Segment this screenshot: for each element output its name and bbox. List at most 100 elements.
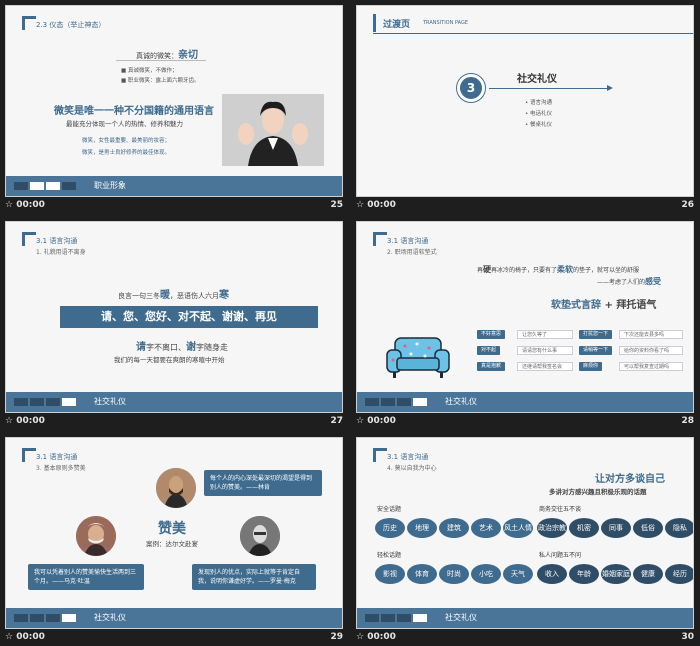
section-label: 3.1 语言沟通 — [36, 453, 78, 461]
bullet-2: ■ 职业微笑：露上面六颗牙齿。 — [121, 78, 200, 84]
topic-bubble: 影视 — [375, 564, 405, 584]
section-number-circle: 3 — [457, 74, 485, 102]
phrase-value: 可以帮我复查过期吗 — [619, 362, 683, 371]
topic-item-text: 电话礼仪 — [530, 111, 553, 117]
slide-thumb-30[interactable]: 3.1 语言沟通 4. 莫以自我为中心 让对方多谈自己 多讲对方感兴趣且积极乐观… — [351, 432, 699, 646]
section-label: 3.1 语言沟通 — [387, 453, 429, 461]
footer-label: 社交礼仪 — [94, 613, 126, 622]
taboo-topics-label: 商务交往五不谈 — [539, 506, 582, 513]
topic-item: • 语言沟通 — [525, 100, 553, 106]
timing: ☆ 00:00 — [5, 416, 45, 426]
private-bubble: 健康 — [633, 564, 663, 584]
proverb-d: 寒 — [219, 290, 229, 301]
topic-item: • 餐桌礼仪 — [525, 122, 553, 128]
main-sub: 最能充分体现一个人的热情、修养和魅力 — [66, 120, 183, 128]
divider — [116, 60, 206, 61]
slide-thumb-28[interactable]: 3.1 语言沟通 2. 职场用语软垫式 再硬再冰冷的椅子，只要有了柔软的垫子，就… — [351, 216, 699, 430]
proverb-line: 良言一句三冬暖，恶语伤人六月寒 — [118, 286, 229, 301]
footer-label: 社交礼仪 — [94, 397, 126, 406]
thanks-char: 谢 — [186, 342, 196, 353]
topic-bubble: 时尚 — [439, 564, 469, 584]
slide-27: 3.1 语言沟通 1. 礼貌用语不离身 良言一句三冬暖，恶语伤人六月寒 请、您、… — [5, 221, 343, 413]
private-bubble: 经历 — [665, 564, 693, 584]
topic-item-text: 语言沟通 — [530, 100, 553, 106]
title-bar: 过渡页 TRANSITION PAGE — [357, 14, 693, 34]
topic-bubble: 天气 — [503, 564, 533, 584]
twain-portrait — [76, 516, 116, 556]
slide-meta: ☆ 00:00 27 — [5, 415, 343, 429]
proverb-b: 暖 — [160, 290, 170, 301]
talk-heading: 让对方多谈自己 — [595, 474, 665, 485]
q2a: ——考虑了人们的 — [597, 279, 646, 286]
timing: ☆ 00:00 — [356, 416, 396, 426]
phrase-value: 还继请帮我签名会 — [517, 362, 573, 371]
slide-30: 3.1 语言沟通 4. 莫以自我为中心 让对方多谈自己 多讲对方感兴趣且积极乐观… — [356, 437, 694, 629]
slide-meta: ☆ 00:00 30 — [356, 631, 694, 645]
slide-number: 28 — [681, 416, 694, 426]
timing: ☆ 00:00 — [5, 632, 45, 642]
arrow-line — [489, 88, 609, 89]
heading-prefix: 真诚的微笑： — [136, 52, 178, 60]
slide-number: 30 — [681, 632, 694, 642]
quote-lincoln: 每个人的内心深处最深切的渴望是得到别人的赞美。——林肯 — [204, 470, 322, 496]
thanks-rest: 字随身走 — [196, 343, 228, 352]
talk-subheading: 多讲对方感兴趣且积极乐观的话题 — [549, 488, 647, 496]
private-topics-label: 私人问题五不问 — [539, 552, 582, 559]
main-statement: 微笑是唯一一种不分国籍的通用语言 — [54, 106, 214, 117]
slide-26: 过渡页 TRANSITION PAGE 3 社交礼仪 • 语言沟通 • 电话礼仪… — [356, 5, 694, 197]
topic-item: • 电话礼仪 — [525, 111, 553, 117]
timing-value: 00:00 — [367, 416, 396, 426]
corner-mark — [22, 448, 36, 462]
greeting-line: 我们的每一天都要在爽朗的寒暄中开始 — [114, 356, 225, 364]
q1b: 硬 — [483, 265, 492, 274]
topic-bubble: 地理 — [407, 518, 437, 538]
slide-thumb-25[interactable]: 2.3 仪态（举止神态） 真诚的微笑：亲切 ■ 真诚微笑，不做作； ■ 职业微笑… — [0, 0, 348, 214]
section-label: 3.1 语言沟通 — [36, 237, 78, 245]
smiling-woman-photo — [222, 94, 324, 166]
phrase-key: 麻烦你 — [579, 362, 603, 371]
topic-bubble: 风土人情 — [503, 518, 533, 538]
taboo-bubble: 隐私 — [665, 518, 693, 538]
phrase-key: 打扰您一下 — [579, 330, 613, 339]
light-topics-label: 轻松话题 — [377, 552, 402, 559]
title-rule — [373, 33, 693, 34]
footer-label: 职业形象 — [94, 181, 126, 190]
slide-footer: 社交礼仪 — [357, 608, 693, 628]
slide-thumb-26[interactable]: 过渡页 TRANSITION PAGE 3 社交礼仪 • 语言沟通 • 电话礼仪… — [351, 0, 699, 214]
case-label: 案例：达尔文赴宴 — [146, 540, 198, 548]
slide-25: 2.3 仪态（举止神态） 真诚的微笑：亲切 ■ 真诚微笑，不做作； ■ 职业微笑… — [5, 5, 343, 197]
slide-thumb-27[interactable]: 3.1 语言沟通 1. 礼貌用语不离身 良言一句三冬暖，恶语伤人六月寒 请、您、… — [0, 216, 348, 430]
cushion-quote-1: 再硬再冰冷的椅子，只要有了柔软的垫子，就可以坐的舒服 — [477, 264, 639, 275]
corner-mark — [373, 448, 387, 462]
slide-meta: ☆ 00:00 28 — [356, 415, 694, 429]
phrase-key: 不好意思 — [477, 330, 506, 339]
section-label: 2.3 仪态（举止神态） — [36, 21, 106, 29]
phrase-value: 下次还能去县多吗 — [619, 330, 683, 339]
taboo-bubble: 机密 — [569, 518, 599, 538]
slide-grid: 2.3 仪态（举止神态） 真诚的微笑：亲切 ■ 真诚微笑，不做作； ■ 职业微笑… — [0, 0, 700, 646]
bullet-text: 职业微笑：露上面六颗牙齿。 — [127, 78, 200, 84]
lincoln-portrait — [156, 468, 196, 508]
slide-thumb-29[interactable]: 3.1 语言沟通 3. 基本原则多赞美 每个人的内心深处最深切的渴望是得到别人的… — [0, 432, 348, 646]
rolland-portrait — [240, 516, 280, 556]
phrase-value: 让您久等了 — [517, 330, 573, 339]
bullet-list: ■ 真诚微笑，不做作； ■ 职业微笑：露上面六颗牙齿。 — [121, 66, 199, 86]
cushion-heading-rest: + 拜托语气 — [601, 300, 657, 311]
smile-heading: 真诚的微笑：亲切 — [136, 46, 198, 61]
timing: ☆ 00:00 — [356, 200, 396, 210]
subsection-label: 2. 职场用语软垫式 — [387, 249, 437, 256]
cushion-heading: 软垫式言辞 + 拜托语气 — [551, 296, 656, 311]
bullet-1: ■ 真诚微笑，不做作； — [121, 68, 178, 74]
timing: ☆ 00:00 — [356, 632, 396, 642]
slide-footer: 社交礼仪 — [6, 392, 342, 412]
topic-bubble: 艺术 — [471, 518, 501, 538]
private-bubble: 婚姻家庭 — [601, 564, 631, 584]
footer-label: 社交礼仪 — [445, 397, 477, 406]
page-title: 过渡页 — [383, 20, 411, 30]
timing-value: 00:00 — [367, 200, 396, 210]
slide-meta: ☆ 00:00 29 — [5, 631, 343, 645]
please-rest: 字不离口、 — [146, 343, 186, 352]
timing-value: 00:00 — [16, 632, 45, 642]
slide-29: 3.1 语言沟通 3. 基本原则多赞美 每个人的内心深处最深切的渴望是得到别人的… — [5, 437, 343, 629]
note-1: 微笑，女性最重要、最美丽的妆容； — [82, 138, 171, 144]
